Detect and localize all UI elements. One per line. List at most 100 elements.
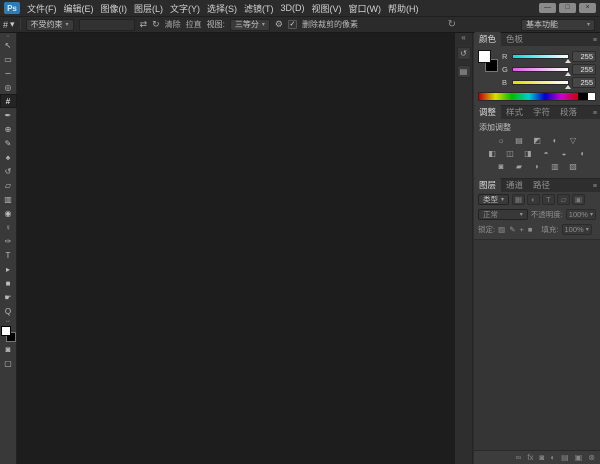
tab-layers[interactable]: 图层 xyxy=(474,178,502,192)
menu-item[interactable]: 窗口(W) xyxy=(349,2,382,15)
green-slider[interactable] xyxy=(512,67,571,76)
menu-item[interactable]: 视图(V) xyxy=(312,2,342,15)
filter-type-layers-icon[interactable]: T xyxy=(542,194,556,205)
swap-dimensions-icon[interactable]: ⇄ xyxy=(140,19,148,30)
swap-colors-icon[interactable]: ↔ xyxy=(5,318,11,325)
hand-tool[interactable]: ☛ xyxy=(0,290,17,304)
new-layer-icon[interactable]: ▣ xyxy=(575,451,583,464)
white-ramp-end[interactable] xyxy=(588,93,595,100)
filter-shape-layers-icon[interactable]: ▱ xyxy=(557,194,571,205)
slider-thumb[interactable] xyxy=(565,85,571,89)
opacity-field[interactable]: 100% ▾ xyxy=(565,209,596,220)
blur-tool[interactable]: ◉ xyxy=(0,206,17,220)
hue-saturation-icon[interactable]: ◧ xyxy=(486,148,499,159)
menu-item[interactable]: 滤镜(T) xyxy=(244,2,274,15)
color-balance-icon[interactable]: ◫ xyxy=(504,148,517,159)
channel-mixer-icon[interactable]: ◒ xyxy=(558,148,571,159)
layer-style-icon[interactable]: fx xyxy=(527,451,533,464)
blend-mode-dropdown[interactable]: 正常 ▾ xyxy=(478,209,528,220)
color-spectrum-ramp[interactable] xyxy=(478,92,596,101)
brightness-contrast-icon[interactable]: ☼ xyxy=(495,135,508,146)
posterize-icon[interactable]: ▰ xyxy=(513,161,526,172)
menu-item[interactable]: 帮助(H) xyxy=(388,2,419,15)
layer-filter-dropdown[interactable]: 类型 ▾ xyxy=(478,194,510,205)
slider-thumb[interactable] xyxy=(565,72,571,76)
crop-ratio-field[interactable] xyxy=(78,18,135,31)
tab-paragraph[interactable]: 段落 xyxy=(555,105,582,119)
workspace-switcher-button[interactable]: 基本功能 ▾ xyxy=(521,18,595,31)
menu-item[interactable]: 图层(L) xyxy=(134,2,163,15)
curves-icon[interactable]: ◩ xyxy=(531,135,544,146)
lasso-tool[interactable]: ∽ xyxy=(0,66,17,80)
layer-list-area[interactable] xyxy=(474,239,600,450)
tab-swatches[interactable]: 色板 xyxy=(501,32,528,46)
crop-aspect-dropdown[interactable]: 不受约束 ▾ xyxy=(25,18,74,31)
menu-item[interactable]: 图像(I) xyxy=(101,2,128,15)
invert-icon[interactable]: ◙ xyxy=(495,161,508,172)
canvas-area[interactable] xyxy=(18,33,455,464)
rectangle-shape-tool[interactable]: ■ xyxy=(0,276,17,290)
new-group-icon[interactable]: ▤ xyxy=(561,451,569,464)
tab-channels[interactable]: 通道 xyxy=(501,178,528,192)
type-tool[interactable]: T xyxy=(0,248,17,262)
path-selection-tool[interactable]: ▸ xyxy=(0,262,17,276)
brush-tool[interactable]: ✎ xyxy=(0,136,17,150)
close-button[interactable]: × xyxy=(579,3,596,13)
panel-menu-icon[interactable]: ≡ xyxy=(593,37,600,46)
menu-item[interactable]: 3D(D) xyxy=(281,3,305,13)
tab-character[interactable]: 字符 xyxy=(528,105,555,119)
delete-layer-icon[interactable]: ⊗ xyxy=(588,451,595,464)
rotate-crop-icon[interactable]: ↻ xyxy=(152,19,160,30)
panel-menu-icon[interactable]: ≡ xyxy=(593,110,600,119)
quick-selection-tool[interactable]: ◎ xyxy=(0,80,17,94)
slider-thumb[interactable] xyxy=(565,59,571,63)
spot-healing-brush-tool[interactable]: ⊕ xyxy=(0,122,17,136)
exposure-icon[interactable]: ◐ xyxy=(549,135,562,146)
lock-all-icon[interactable]: ■ xyxy=(528,225,533,234)
menu-item[interactable]: 文字(Y) xyxy=(170,2,200,15)
delete-cropped-pixels-checkbox[interactable]: ✓ xyxy=(287,20,297,29)
crop-overlay-dropdown[interactable]: 三等分 ▾ xyxy=(229,18,270,31)
selective-color-icon[interactable]: ▧ xyxy=(567,161,580,172)
quick-mask-button[interactable]: ◙ xyxy=(0,342,17,356)
maximize-button[interactable]: □ xyxy=(559,3,576,13)
color-lookup-icon[interactable]: ◖ xyxy=(576,148,589,159)
fill-field[interactable]: 100% ▾ xyxy=(561,224,592,235)
filter-adjustment-layers-icon[interactable]: ◐ xyxy=(527,194,541,205)
lock-image-pixels-icon[interactable]: ✎ xyxy=(509,225,515,234)
screen-mode-button[interactable]: ▢ xyxy=(0,356,17,370)
lock-transparent-pixels-icon[interactable]: ▨ xyxy=(498,225,505,234)
blue-slider[interactable] xyxy=(512,80,571,89)
lock-position-icon[interactable]: + xyxy=(519,225,523,234)
link-layers-icon[interactable]: ∞ xyxy=(516,451,522,464)
photo-filter-icon[interactable]: ◓ xyxy=(540,148,553,159)
foreground-color-swatch[interactable] xyxy=(0,326,11,336)
minimize-button[interactable]: — xyxy=(539,3,556,13)
eraser-tool[interactable]: ▱ xyxy=(0,178,17,192)
threshold-icon[interactable]: ◗ xyxy=(531,161,544,172)
eyedropper-tool[interactable]: ✒ xyxy=(0,108,17,122)
tab-color[interactable]: 颜色 xyxy=(474,32,502,46)
gradient-map-icon[interactable]: ▥ xyxy=(549,161,562,172)
properties-panel-icon[interactable]: ▤ xyxy=(456,65,471,78)
new-adjustment-layer-icon[interactable]: ◐ xyxy=(550,451,555,464)
red-value-field[interactable]: 255 xyxy=(572,51,596,62)
red-slider[interactable] xyxy=(512,54,571,63)
menu-item[interactable]: 编辑(E) xyxy=(64,2,94,15)
rainbow-ramp[interactable] xyxy=(479,93,578,100)
straighten-button[interactable]: 拉直 xyxy=(186,19,202,30)
green-value-field[interactable]: 255 xyxy=(572,64,596,75)
filter-smart-objects-icon[interactable]: ▣ xyxy=(572,194,586,205)
levels-icon[interactable]: ▤ xyxy=(513,135,526,146)
zoom-tool[interactable]: Q xyxy=(0,304,17,318)
crop-tool[interactable]: # xyxy=(0,94,17,108)
gradient-tool[interactable]: ▥ xyxy=(0,192,17,206)
blue-value-field[interactable]: 255 xyxy=(572,77,596,88)
expand-panels-icon[interactable]: « xyxy=(455,33,472,42)
panel-menu-icon[interactable]: ≡ xyxy=(593,183,600,192)
clear-button[interactable]: 清除 xyxy=(165,19,181,30)
menu-item[interactable]: 文件(F) xyxy=(27,2,57,15)
history-panel-icon[interactable]: ↺ xyxy=(456,47,471,60)
vibrance-icon[interactable]: ▽ xyxy=(567,135,580,146)
history-brush-tool[interactable]: ↺ xyxy=(0,164,17,178)
